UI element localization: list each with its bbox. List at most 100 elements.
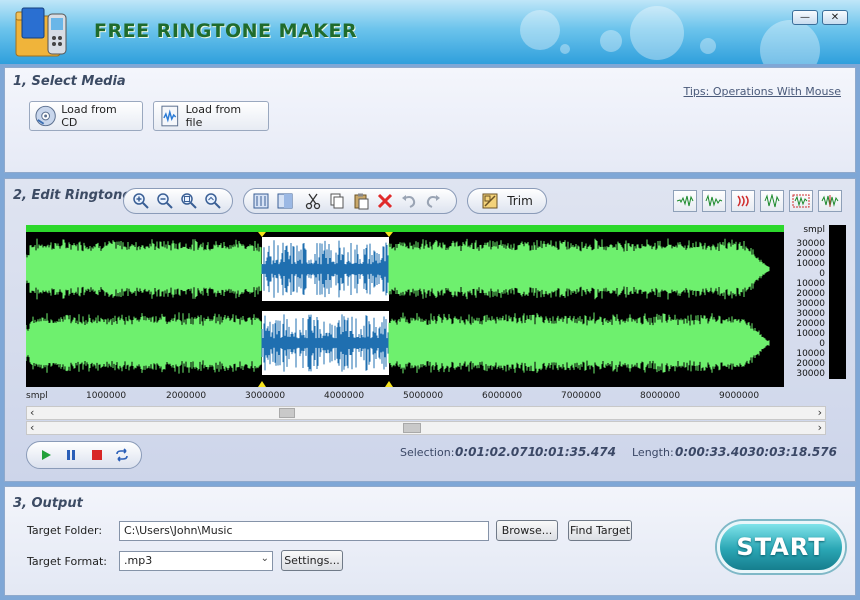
zoom-toolbar [123, 188, 233, 214]
start-button[interactable]: START [717, 521, 845, 573]
horizontal-scrollbar-zoom[interactable]: ‹ › [26, 406, 826, 420]
delete-button[interactable] [374, 190, 396, 212]
amp-tick: 20000 [796, 289, 825, 299]
trim-button[interactable]: Trim [467, 188, 547, 214]
scroll-thumb[interactable] [279, 408, 295, 418]
browse-button[interactable]: Browse... [496, 520, 558, 541]
target-format-value: .mp3 [124, 554, 153, 567]
amp-tick: 30000 [796, 299, 825, 309]
zoom-selection-button[interactable] [178, 190, 200, 212]
start-button-area: START [695, 503, 845, 593]
cut-button[interactable] [302, 190, 324, 212]
selection-end: 0:01:35.474 [535, 445, 616, 459]
select-right-button[interactable] [274, 190, 296, 212]
select-left-button[interactable] [250, 190, 272, 212]
loop-icon [116, 448, 129, 462]
select-media-title: 1, Select Media [13, 74, 126, 89]
settings-button[interactable]: Settings... [281, 550, 343, 571]
trim-icon [482, 193, 498, 209]
zoom-all-button[interactable] [202, 190, 224, 212]
horizontal-scrollbar-position[interactable]: ‹ › [26, 421, 826, 435]
selection-start: 0:01:02.071 [455, 445, 536, 459]
reverse-icon [764, 194, 780, 208]
fade-in-icon [676, 195, 694, 207]
zoom-in-button[interactable] [130, 190, 152, 212]
waveform-channel [25, 312, 770, 374]
amp-tick: 10000 [796, 279, 825, 289]
undo-button[interactable] [398, 190, 420, 212]
timeline-strip [26, 225, 784, 232]
zoom-selection-icon [181, 193, 197, 209]
amp-tick: 10000 [796, 259, 825, 269]
fade-in-button[interactable] [673, 190, 697, 212]
load-from-cd-button[interactable]: Load from CD [29, 101, 143, 131]
scroll-thumb[interactable] [403, 423, 421, 433]
zoom-out-button[interactable] [154, 190, 176, 212]
play-button[interactable] [35, 444, 57, 466]
length-label: Length: [632, 446, 674, 459]
ruler-tick: 3000000 [245, 391, 286, 401]
fade-out-icon [705, 194, 723, 207]
playback-controls [26, 441, 142, 469]
title-bar: FREE RINGTONE MAKER — ✕ [0, 0, 860, 64]
edit-ringtone-panel: 2, Edit Ringtone Trim smpl 30000 20000 1… [4, 178, 856, 482]
scroll-left-arrow[interactable]: ‹ [30, 406, 34, 419]
output-title: 3, Output [13, 496, 83, 511]
target-folder-input[interactable]: C:\Users\John\Music [119, 521, 489, 541]
amplitude-scale: smpl 30000 20000 10000 0 10000 20000 300… [789, 223, 829, 383]
waveform-display[interactable] [25, 225, 784, 387]
copy-button[interactable] [326, 190, 348, 212]
length-value: 0:00:33.403 [675, 445, 756, 459]
selection-marker [258, 381, 266, 387]
chevron-down-icon: ⌄ [260, 553, 269, 564]
amp-tick: 0 [819, 339, 825, 349]
amp-tick: 0 [819, 269, 825, 279]
scissors-icon [305, 193, 321, 210]
stop-button[interactable] [86, 444, 108, 466]
pause-button[interactable] [60, 444, 82, 466]
amp-tick: 30000 [796, 369, 825, 379]
echo-button[interactable] [731, 190, 755, 212]
echo-icon [737, 195, 749, 207]
selection-marker [385, 381, 393, 387]
tips-link[interactable]: Tips: Operations With Mouse [684, 85, 842, 98]
waveform-svg[interactable] [25, 225, 784, 387]
close-button[interactable]: ✕ [822, 10, 848, 25]
fade-out-button[interactable] [702, 190, 726, 212]
scroll-right-arrow[interactable]: › [818, 406, 822, 419]
loop-button[interactable] [111, 444, 133, 466]
vu-meter [829, 225, 846, 379]
edit-toolbar [243, 188, 457, 214]
reverse-button[interactable] [760, 190, 784, 212]
amp-tick: 20000 [796, 319, 825, 329]
zoom-out-icon [157, 193, 173, 209]
app-title: FREE RINGTONE MAKER [94, 20, 358, 42]
redo-button[interactable] [422, 190, 444, 212]
amplify-button[interactable] [818, 190, 842, 212]
target-folder-label: Target Folder: [27, 524, 103, 537]
select-left-icon [253, 193, 269, 209]
paste-button[interactable] [350, 190, 372, 212]
scroll-right-arrow[interactable]: › [818, 421, 822, 434]
amp-tick: 20000 [796, 359, 825, 369]
amp-tick: 30000 [796, 309, 825, 319]
waveform-channel [25, 238, 770, 300]
ruler-tick: 6000000 [482, 391, 523, 401]
find-target-button[interactable]: Find Target [568, 520, 632, 541]
redo-icon [426, 195, 440, 208]
normalize-button[interactable] [789, 190, 813, 212]
delete-icon [377, 193, 393, 209]
amp-tick: 30000 [796, 239, 825, 249]
ruler-tick: 9000000 [719, 391, 760, 401]
cd-icon [35, 105, 56, 127]
load-from-file-button[interactable]: Load from file [153, 101, 269, 131]
ruler-tick: 8000000 [640, 391, 681, 401]
minimize-button[interactable]: — [792, 10, 818, 25]
scroll-left-arrow[interactable]: ‹ [30, 421, 34, 434]
target-format-select[interactable]: .mp3 ⌄ [119, 551, 273, 571]
ruler-tick: 2000000 [166, 391, 207, 401]
amp-unit-label: smpl [803, 225, 825, 235]
pause-icon [67, 450, 76, 460]
output-panel: 3, Output Target Folder: C:\Users\John\M… [4, 486, 856, 596]
total-duration: 0:03:18.576 [756, 445, 837, 459]
